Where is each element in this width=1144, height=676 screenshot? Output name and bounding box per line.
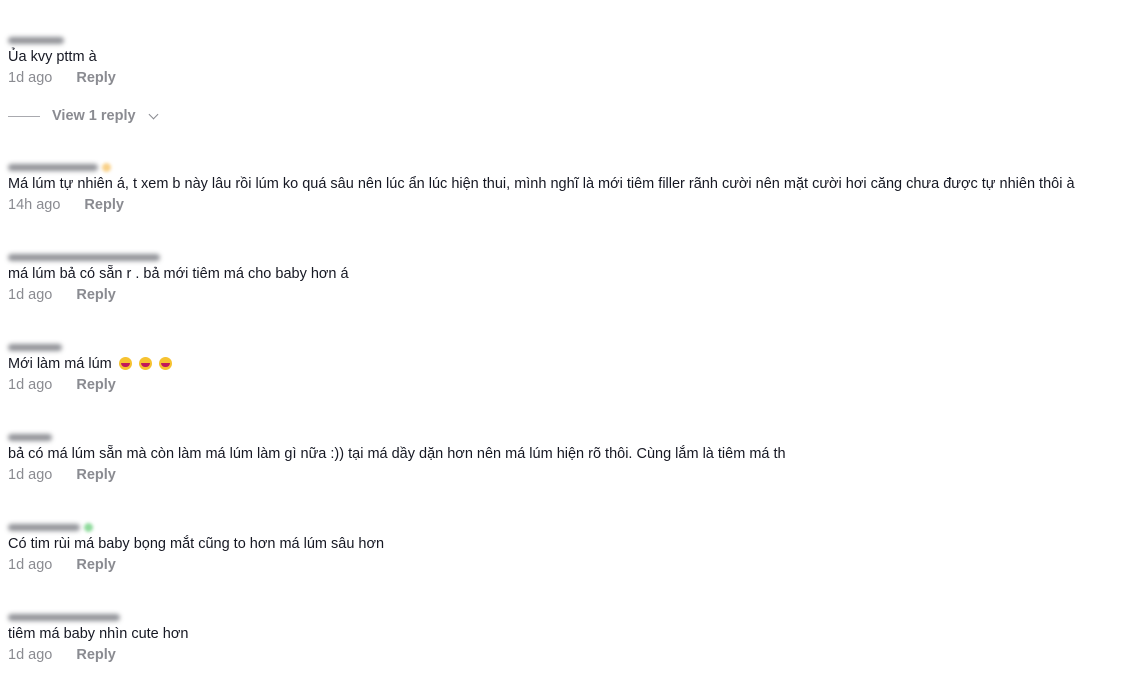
comment-meta: 1d ago Reply xyxy=(8,376,1136,394)
badge-icon xyxy=(84,522,93,532)
comment-meta: 1d ago Reply xyxy=(8,69,1136,87)
comment-item: Có tim rùi má baby bọng mắt cũng to hơn … xyxy=(8,521,1136,574)
comment-time: 1d ago xyxy=(8,377,53,393)
comment-text: tiêm má baby nhìn cute hơn xyxy=(8,626,189,642)
comment-time: 1d ago xyxy=(8,557,53,573)
comment-item: Má lúm tự nhiên á, t xem b này lâu rồi l… xyxy=(8,161,1136,214)
comment-text: Má lúm tự nhiên á, t xem b này lâu rồi l… xyxy=(8,176,1075,192)
reply-button[interactable]: Reply xyxy=(76,69,116,87)
username-blurred[interactable] xyxy=(8,521,1136,533)
comment-item: bả có má lúm sẵn mà còn làm má lúm làm g… xyxy=(8,431,1136,484)
comment-meta: 1d ago Reply xyxy=(8,286,1136,304)
badge-icon xyxy=(102,162,111,172)
reply-button[interactable]: Reply xyxy=(76,286,116,304)
comment-meta: 1d ago Reply xyxy=(8,466,1136,484)
comment-time: 1d ago xyxy=(8,467,53,483)
comment-text: Mới làm má lúm xyxy=(8,355,1136,373)
username-blurred[interactable] xyxy=(8,251,1136,263)
comment-text: má lúm bả có sẵn r . bả mới tiêm má cho … xyxy=(8,266,349,282)
comment-item: Ủa kvy pttm à 1d ago Reply xyxy=(8,34,1136,87)
comment-item: má lúm bả có sẵn r . bả mới tiêm má cho … xyxy=(8,251,1136,304)
comment-time: 1d ago xyxy=(8,287,53,303)
comment-text-content: Mới làm má lúm xyxy=(8,356,112,372)
comment-time: 14h ago xyxy=(8,197,61,213)
reply-button[interactable]: Reply xyxy=(76,556,116,574)
reply-button[interactable]: Reply xyxy=(84,196,124,214)
comment-meta: 1d ago Reply xyxy=(8,646,1136,664)
view-replies-label: View 1 reply xyxy=(52,108,136,124)
chevron-down-icon xyxy=(148,109,159,119)
laughing-face-icon xyxy=(118,357,132,370)
comment-item: tiêm má baby nhìn cute hơn 1d ago Reply xyxy=(8,611,1136,664)
comment-meta: 1d ago Reply xyxy=(8,556,1136,574)
username-blurred[interactable] xyxy=(8,611,1136,623)
comment-time: 1d ago xyxy=(8,70,53,86)
comment-meta: 14h ago Reply xyxy=(8,196,1136,214)
reply-button[interactable]: Reply xyxy=(76,466,116,484)
username-blurred[interactable] xyxy=(8,161,1136,173)
comment-text: Ủa kvy pttm à xyxy=(8,49,97,65)
username-blurred[interactable] xyxy=(8,431,1136,443)
laughing-face-icon xyxy=(138,357,152,370)
comment-text: bả có má lúm sẵn mà còn làm má lúm làm g… xyxy=(8,446,786,462)
reply-button[interactable]: Reply xyxy=(76,646,116,664)
comment-item: Mới làm má lúm 1d ago Reply xyxy=(8,341,1136,394)
username-blurred[interactable] xyxy=(8,34,1136,46)
reply-button[interactable]: Reply xyxy=(76,376,116,394)
laughing-face-icon xyxy=(158,357,172,370)
view-replies-button[interactable]: View 1 reply xyxy=(8,108,159,124)
comment-time: 1d ago xyxy=(8,647,53,663)
divider-line xyxy=(8,115,40,117)
username-blurred[interactable] xyxy=(8,341,1136,353)
comment-text: Có tim rùi má baby bọng mắt cũng to hơn … xyxy=(8,536,385,552)
